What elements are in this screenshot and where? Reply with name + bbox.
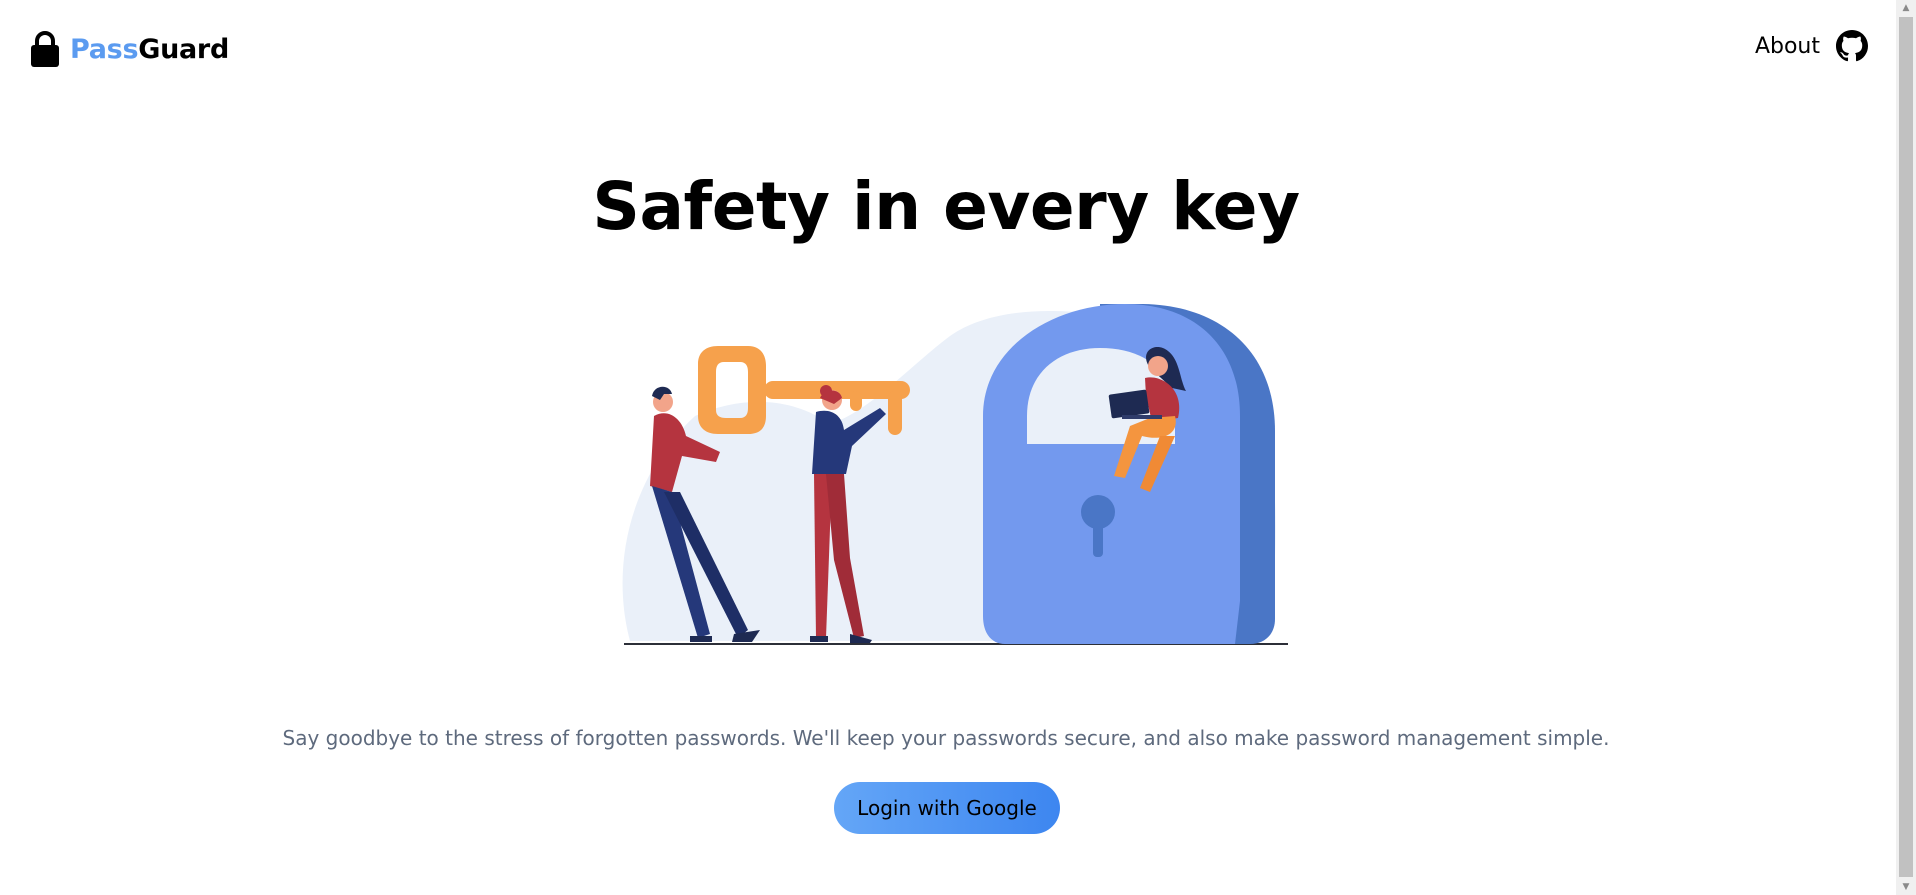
scroll-up-arrow-icon[interactable]: ▲ <box>1896 0 1916 16</box>
top-nav: About <box>1755 30 1868 62</box>
key-tooth-1 <box>888 391 902 435</box>
keyhole-slot <box>1093 512 1103 557</box>
hero-title: Safety in every key <box>592 168 1300 245</box>
woman2-shoe-1 <box>810 636 828 642</box>
scroll-thumb[interactable] <box>1899 17 1913 877</box>
header: PassGuard About <box>0 0 1896 100</box>
login-with-google-button[interactable]: Login with Google <box>834 782 1060 834</box>
lock-icon <box>31 31 59 67</box>
brand-name-guard: Guard <box>138 33 229 65</box>
page: PassGuard About Safety in every key Say … <box>0 0 1916 895</box>
key-bow <box>698 346 766 434</box>
nav-about-link[interactable]: About <box>1755 34 1820 59</box>
vertical-scrollbar[interactable]: ▲ ▼ <box>1896 0 1916 895</box>
key-tooth-2 <box>850 391 862 411</box>
brand-name: PassGuard <box>70 34 229 65</box>
padlock-and-key-illustration <box>622 304 1288 645</box>
man-shoe-1 <box>690 636 712 642</box>
brand-name-pass: Pass <box>70 33 139 65</box>
laptop-base <box>1122 415 1162 419</box>
hero-tagline: Say goodbye to the stress of forgotten p… <box>282 726 1610 750</box>
github-icon[interactable] <box>1836 30 1868 62</box>
woman-head <box>1148 356 1168 376</box>
scroll-down-arrow-icon[interactable]: ▼ <box>1896 879 1916 895</box>
brand-logo-link[interactable]: PassGuard <box>30 30 229 68</box>
